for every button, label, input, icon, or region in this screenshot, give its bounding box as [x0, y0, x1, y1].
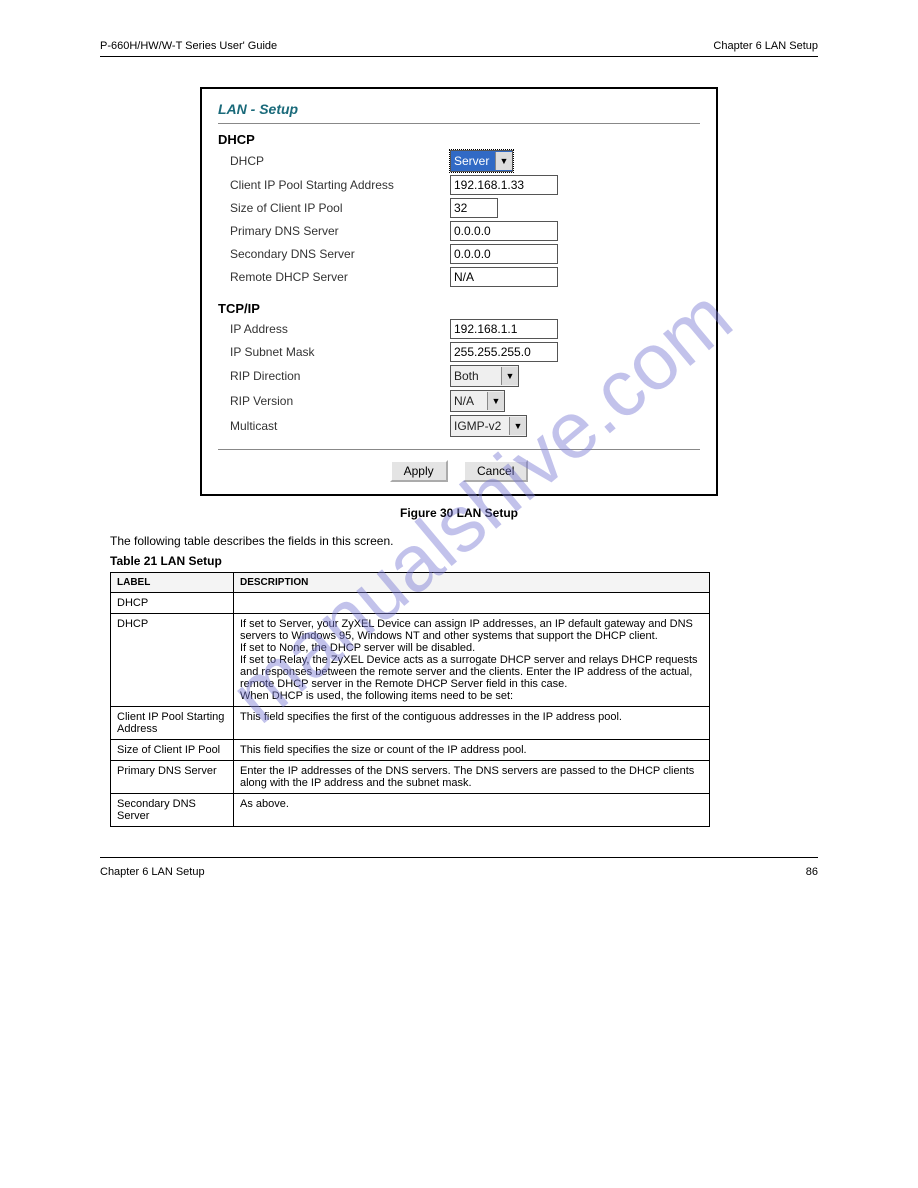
rip-dir-select-value: Both [454, 369, 479, 383]
dhcp-label: DHCP [230, 154, 450, 168]
chevron-down-icon: ▼ [501, 367, 518, 385]
table-header-label: LABEL [111, 573, 234, 593]
primary-dns-input[interactable] [450, 221, 558, 241]
client-ip-start-label: Client IP Pool Starting Address [230, 178, 450, 192]
apply-button[interactable]: Apply [390, 460, 448, 482]
remote-dhcp-label: Remote DHCP Server [230, 270, 450, 284]
pool-size-input[interactable] [450, 198, 498, 218]
dhcp-select-value: Server [454, 154, 489, 168]
rip-dir-select[interactable]: Both ▼ [450, 365, 519, 387]
rip-ver-label: RIP Version [230, 394, 450, 408]
table-row: Secondary DNS Server As above. [111, 794, 710, 827]
table-row: Primary DNS Server Enter the IP addresse… [111, 761, 710, 794]
secondary-dns-input[interactable] [450, 244, 558, 264]
table-row: DHCP [111, 593, 710, 614]
dhcp-section-heading: DHCP [218, 132, 700, 147]
table-caption: Table 21 LAN Setup [110, 554, 818, 568]
ip-addr-input[interactable] [450, 319, 558, 339]
rip-ver-select-value: N/A [454, 394, 474, 408]
figure-caption: Figure 30 LAN Setup [100, 506, 818, 520]
chevron-down-icon: ▼ [487, 392, 504, 410]
chevron-down-icon: ▼ [495, 152, 512, 170]
subnet-input[interactable] [450, 342, 558, 362]
pool-size-label: Size of Client IP Pool [230, 201, 450, 215]
table-header-description: DESCRIPTION [234, 573, 710, 593]
dhcp-select[interactable]: Server ▼ [450, 150, 513, 172]
rip-ver-select[interactable]: N/A ▼ [450, 390, 505, 412]
footer-left: Chapter 6 LAN Setup [100, 866, 205, 878]
table-row: Size of Client IP Pool This field specif… [111, 740, 710, 761]
secondary-dns-label: Secondary DNS Server [230, 247, 450, 261]
header-chapter: Chapter 6 LAN Setup [713, 40, 818, 52]
ip-addr-label: IP Address [230, 322, 450, 336]
remote-dhcp-input[interactable] [450, 267, 558, 287]
rip-dir-label: RIP Direction [230, 369, 450, 383]
tcpip-section-heading: TCP/IP [218, 301, 700, 316]
table-row: DHCP If set to Server, your ZyXEL Device… [111, 614, 710, 707]
cancel-button[interactable]: Cancel [463, 460, 528, 482]
subnet-label: IP Subnet Mask [230, 345, 450, 359]
panel-title: LAN - Setup [218, 101, 700, 121]
footer-right: 86 [806, 866, 818, 878]
multicast-select[interactable]: IGMP-v2 ▼ [450, 415, 527, 437]
table-intro: The following table describes the fields… [110, 534, 818, 548]
lan-setup-panel: LAN - Setup DHCP DHCP Server ▼ Client IP… [200, 87, 718, 496]
multicast-label: Multicast [230, 419, 450, 433]
lan-setup-table: LABEL DESCRIPTION DHCP DHCP If set to Se… [110, 572, 710, 827]
primary-dns-label: Primary DNS Server [230, 224, 450, 238]
chevron-down-icon: ▼ [509, 417, 526, 435]
table-row: Client IP Pool Starting Address This fie… [111, 707, 710, 740]
client-ip-start-input[interactable] [450, 175, 558, 195]
multicast-select-value: IGMP-v2 [454, 419, 501, 433]
header-left: P-660H/HW/W-T Series User' Guide [100, 40, 277, 52]
